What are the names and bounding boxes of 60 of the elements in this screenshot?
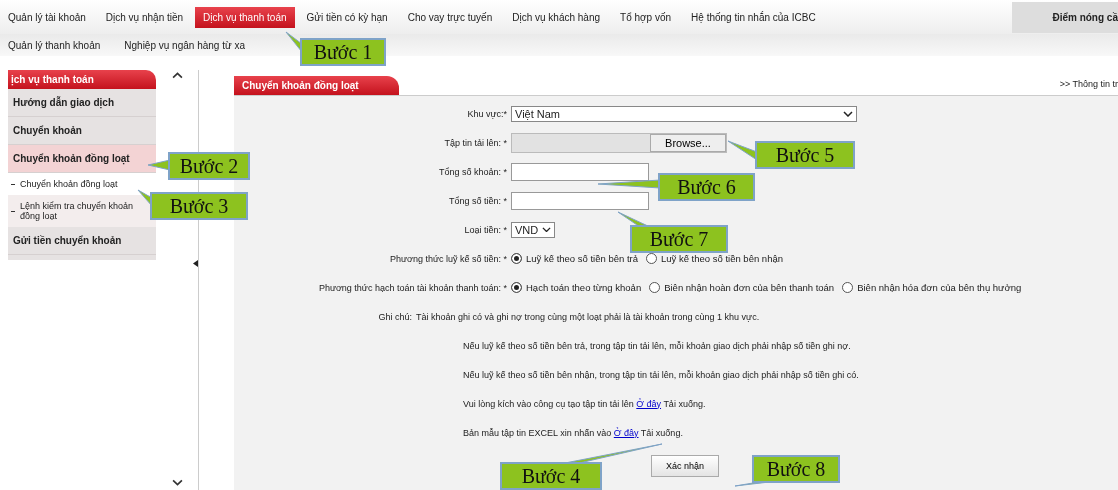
- note-text: Tài khoản ghi có và ghi nợ trong cùng một loạt phải là tài khoản trong cùng 1 khu vực.: [416, 311, 761, 322]
- download-link[interactable]: Ở đây: [636, 398, 662, 409]
- field-label: Tổng số khoản: *: [437, 166, 507, 177]
- callout-tail: [597, 179, 661, 189]
- nav-tab[interactable]: Hệ thống tin nhắn của ICBC: [683, 6, 824, 28]
- browse-button[interactable]: Browse...: [650, 133, 726, 152]
- nav-tab[interactable]: Tổ hợp vốn: [612, 6, 680, 28]
- step-callout: Bước 2: [168, 152, 250, 180]
- step-callout: Bước 4: [500, 462, 602, 490]
- region-select[interactable]: Việt Nam: [511, 105, 857, 122]
- nav-tab[interactable]: Điểm nóng cầ: [1012, 1, 1118, 33]
- field-label: Phương thức luỹ kế số tiền: *: [389, 253, 507, 264]
- note-text: Vui lòng kích vào công cụ tạo tập tin tải lên Ở đây Tải xuống.: [462, 398, 707, 409]
- field-label: Khu vực:*: [466, 108, 507, 119]
- radio-label: Luỹ kế theo số tiền bên trả: [526, 253, 638, 264]
- nav-tab[interactable]: Dịch vụ khách hàng: [504, 6, 609, 28]
- chevron-up-icon[interactable]: [171, 72, 183, 79]
- sidebar-item[interactable]: Chuyển khoản đồng loạt: [8, 145, 156, 173]
- radio-label: Biên nhận hoàn đơn của bên thanh toán: [664, 282, 835, 293]
- field-label: Phương thức hạch toán tài khoản thanh toán: *: [317, 282, 507, 293]
- nav-tab[interactable]: Gửi tiền có kỳ hạn: [298, 6, 396, 28]
- sidebar-subitem[interactable]: Chuyển khoản đồng loạt: [8, 173, 156, 195]
- file-field[interactable]: Browse...: [511, 132, 727, 153]
- radio-label: Biên nhận hóa đơn của bên thụ hưởng: [857, 282, 1022, 293]
- nav-tab[interactable]: Dịch vụ thanh toán: [195, 6, 295, 28]
- download-link[interactable]: Ở đây: [613, 427, 639, 438]
- sub-nav-link[interactable]: Nghiệp vụ ngân hàng từ xa: [124, 39, 245, 51]
- note-text: Nếu luỹ kế theo số tiền bên nhận, trong tập tin tải lên, mỗi khoản giao dịch phải nhập số tiền ghi có.: [462, 369, 860, 380]
- chevron-down-icon[interactable]: [171, 479, 183, 486]
- collapse-arrow-icon[interactable]: [193, 260, 198, 267]
- field-label: Tổng số tiền: *: [447, 195, 507, 206]
- panel-title: Chuyển khoản đồng loạt: [234, 76, 399, 95]
- radio-label: Luỹ kế theo số tiền bên nhận: [660, 253, 783, 264]
- nav-tab[interactable]: Cho vay trực tuyến: [399, 6, 501, 28]
- radio-button[interactable]: [511, 282, 522, 293]
- step-callout: Bước 6: [658, 173, 755, 201]
- sidebar-subitem[interactable]: Lệnh kiểm tra chuyển khoản đồng loạt: [8, 195, 156, 227]
- field-label: Tập tin tải lên: *: [443, 137, 507, 148]
- nav-tab[interactable]: Quản lý tài khoản: [0, 6, 94, 28]
- info-link[interactable]: >> Thông tin tr: [1059, 79, 1118, 95]
- nav-tab[interactable]: Dịch vụ nhận tiền: [97, 6, 192, 28]
- radio-button[interactable]: [842, 282, 854, 293]
- radio-button[interactable]: [649, 282, 661, 293]
- sub-nav-link[interactable]: Quản lý thanh khoản: [8, 39, 101, 51]
- note-text: Bản mẫu tập tin EXCEL xin nhấn vào Ở đây Tải xuống.: [462, 427, 684, 438]
- input-field[interactable]: [511, 162, 649, 181]
- chevron-down-icon: [542, 226, 551, 233]
- currency-select[interactable]: VND: [511, 221, 555, 238]
- dash-icon: [11, 210, 15, 212]
- callout-tail: [727, 140, 758, 161]
- radio-label: Hạch toán theo từng khoản: [526, 282, 642, 293]
- input-field[interactable]: [511, 191, 649, 210]
- radio-button[interactable]: [511, 253, 522, 264]
- note-text: Nếu luỹ kế theo số tiền bên trả, trong tập tin tải lên, mỗi khoản giao dịch phải nhập số tiền ghi nợ.: [462, 340, 852, 351]
- chevron-down-icon: [843, 110, 853, 117]
- notes-label: Ghi chú:: [377, 311, 412, 322]
- dash-icon: [11, 183, 15, 185]
- field-label: Loại tiền: *: [463, 224, 507, 235]
- sidebar-title: ịch vụ thanh toán: [8, 70, 156, 89]
- confirm-button[interactable]: Xác nhận: [651, 455, 720, 477]
